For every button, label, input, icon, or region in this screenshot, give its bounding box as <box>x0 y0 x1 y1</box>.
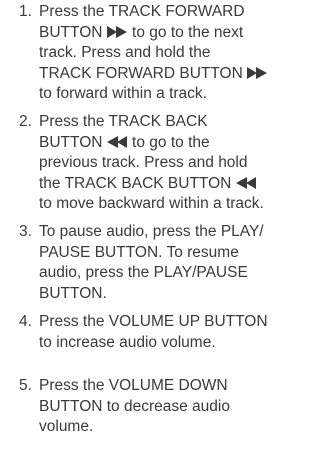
step-line: the TRACK BACK BUTTON <box>39 174 257 195</box>
step-number: 2. <box>19 113 32 130</box>
step-line: audio, press the PLAY/PAUSE <box>39 264 248 281</box>
track-forward-icon <box>247 66 268 79</box>
step-number: 5. <box>19 377 32 394</box>
step-line: BUTTON to decrease audio <box>39 397 230 415</box>
track-back-icon <box>106 135 128 148</box>
step-line: PAUSE BUTTON. To resume <box>39 243 239 261</box>
step-number: 3. <box>19 223 32 240</box>
step-line: to forward within a track. <box>39 85 207 102</box>
step-line: previous track. Press and hold <box>39 154 248 171</box>
step-line: Press the TRACK FORWARD <box>39 3 245 20</box>
step-line: TRACK FORWARD BUTTON <box>39 64 268 85</box>
track-forward-icon <box>106 25 128 38</box>
track-back-icon <box>235 176 257 189</box>
step-line: BUTTON to go to the <box>39 133 210 151</box>
step-line: BUTTON. <box>39 284 107 302</box>
step-line: Press the TRACK BACK <box>39 113 208 130</box>
step-line: Press the VOLUME DOWN <box>39 377 228 394</box>
step-line: to increase audio volume. <box>39 333 216 351</box>
step-line: Press the VOLUME UP BUTTON <box>39 313 268 330</box>
step-number: 4. <box>19 313 32 330</box>
step-line: to move backward within a track. <box>39 195 264 212</box>
step-line: To pause audio, press the PLAY/ <box>39 223 264 240</box>
step-line: track. Press and hold the <box>39 44 211 61</box>
step-number: 1. <box>19 3 32 20</box>
step-line: volume. <box>39 418 94 435</box>
instructions-page: { "steps": [ { "number": "1.", "lines": … <box>0 0 311 461</box>
step-line: BUTTON to go to the next <box>39 23 244 41</box>
